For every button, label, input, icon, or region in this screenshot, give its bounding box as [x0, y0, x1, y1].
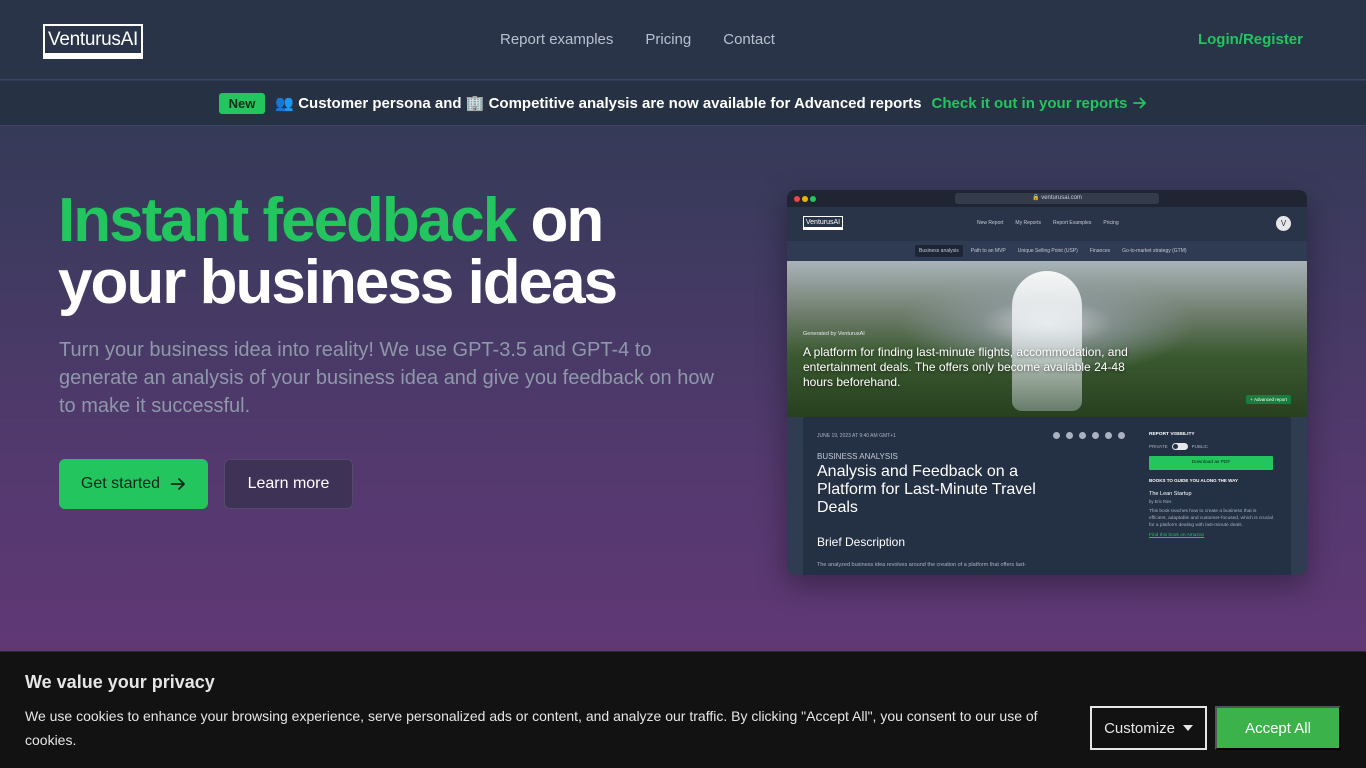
preview-hero-title: A platform for finding last-minute fligh…: [803, 345, 1128, 389]
linkedin-icon: [1092, 432, 1099, 439]
book-author: by Eric Ries: [1149, 499, 1172, 504]
arrow-right-icon: [1133, 97, 1147, 109]
preview-hero-image: Generated by VenturusAI A platform for f…: [787, 261, 1307, 417]
generated-by: Generated by VenturusAI: [803, 331, 865, 337]
preview-tabs: Business analysis Path to an MVP Unique …: [787, 241, 1307, 261]
cookie-title: We value your privacy: [25, 672, 215, 692]
twitter-icon: [1066, 432, 1073, 439]
reddit-icon: [1079, 432, 1086, 439]
report-preview-screenshot: 🔒 venturusai.com VenturusAI New Report M…: [787, 190, 1307, 575]
brief-heading: Brief Description: [817, 535, 906, 549]
advanced-report-badge: + Advanced report: [1246, 395, 1291, 404]
hero-title-part1: on: [515, 186, 604, 255]
nav-link-report-examples[interactable]: Report examples: [500, 31, 613, 48]
login-register-link[interactable]: Login/Register: [1198, 31, 1303, 48]
avatar: V: [1276, 216, 1291, 231]
close-dot-icon: [794, 196, 800, 202]
email-icon: [1105, 432, 1112, 439]
preview-logo: VenturusAI: [803, 216, 843, 230]
preview-nav-link: Report Examples: [1052, 220, 1092, 226]
download-pdf-button: Download as PDF: [1149, 456, 1273, 470]
hero-title: Instant feedback on your business ideas: [58, 190, 758, 314]
preview-nav-link: My Reports: [1015, 220, 1041, 226]
private-label: PRIVATE: [1149, 444, 1168, 449]
report-sidebar: REPORT VISIBILITY PRIVATE PUBLIC Downloa…: [1149, 432, 1273, 538]
hero-subtitle: Turn your business idea into reality! We…: [59, 339, 714, 417]
visibility-toggle: PRIVATE PUBLIC: [1149, 443, 1273, 450]
book-description: This book teaches how to create a busine…: [1149, 509, 1273, 528]
url-bar: 🔒 venturusai.com: [955, 193, 1159, 204]
accept-all-button[interactable]: Accept All: [1215, 706, 1341, 750]
report-date: JUNE 19, 2023 AT 9:40 AM GMT+1: [817, 433, 896, 439]
announcement-link[interactable]: Check it out in your reports: [932, 95, 1148, 112]
preview-tab: Business analysis: [915, 245, 963, 257]
customize-button[interactable]: Customize: [1090, 706, 1207, 750]
toggle-switch: [1171, 443, 1188, 450]
waterfall-image: [1012, 271, 1082, 411]
get-started-label: Get started: [80, 475, 161, 492]
link-icon: [1118, 432, 1125, 439]
book-link: Find this book on Amazon: [1149, 533, 1205, 538]
cookie-banner: We value your privacy We use cookies to …: [0, 651, 1366, 768]
minimize-dot-icon: [802, 196, 808, 202]
cookie-text: We use cookies to enhance your browsing …: [25, 708, 1038, 748]
book-title: The Lean Startup: [1149, 491, 1192, 497]
preview-tab: Path to an MVP: [970, 248, 1006, 254]
get-started-button[interactable]: Get started: [59, 459, 208, 509]
caret-down-icon: [1182, 725, 1193, 731]
preview-report-card: JUNE 19, 2023 AT 9:40 AM GMT+1 BUSINESS …: [803, 417, 1291, 575]
hero-title-accent: Instant feedback: [58, 186, 517, 255]
hero-title-part2: your business ideas: [58, 248, 618, 317]
nav-links: Report examples Pricing Contact: [500, 31, 775, 48]
announcement-text: 👥 Customer persona and 🏢 Competitive ana…: [275, 95, 922, 112]
public-label: PUBLIC: [1191, 444, 1208, 449]
preview-nav-links: New Report My Reports Report Examples Pr…: [977, 220, 1119, 226]
arrow-right-icon: [170, 478, 185, 490]
preview-tab: Unique Selling Point (USP): [1017, 248, 1078, 254]
top-nav: VenturusAI Report examples Pricing Conta…: [0, 0, 1366, 80]
facebook-icon: [1053, 432, 1060, 439]
logo[interactable]: VenturusAI: [43, 24, 143, 59]
nav-link-contact[interactable]: Contact: [723, 31, 775, 48]
preview-tab: Finances: [1089, 248, 1111, 254]
customize-label: Customize: [1104, 719, 1175, 737]
announcement-link-label: Check it out in your reports: [931, 94, 1128, 112]
brief-text: The analyzed business idea revolves arou…: [817, 562, 1027, 568]
visibility-heading: REPORT VISIBILITY: [1149, 432, 1195, 437]
nav-link-pricing[interactable]: Pricing: [645, 31, 691, 48]
preview-nav-link: New Report: [977, 220, 1004, 226]
books-heading: BOOKS TO GUIDE YOU ALONG THE WAY: [1149, 478, 1239, 483]
preview-nav: VenturusAI New Report My Reports Report …: [787, 207, 1307, 241]
learn-more-button[interactable]: Learn more: [224, 459, 353, 509]
preview-tab: Go-to-market strategy (GTM): [1122, 248, 1187, 254]
report-title: Analysis and Feedback on a Platform for …: [817, 463, 1036, 516]
browser-chrome: 🔒 venturusai.com: [787, 190, 1307, 207]
share-icons: [1053, 432, 1125, 439]
preview-nav-link: Pricing: [1103, 220, 1119, 226]
maximize-dot-icon: [810, 196, 816, 202]
announcement-bar: New 👥 Customer persona and 🏢 Competitive…: [0, 81, 1366, 126]
new-badge: New: [218, 92, 266, 114]
section-label: BUSINESS ANALYSIS: [817, 452, 898, 461]
